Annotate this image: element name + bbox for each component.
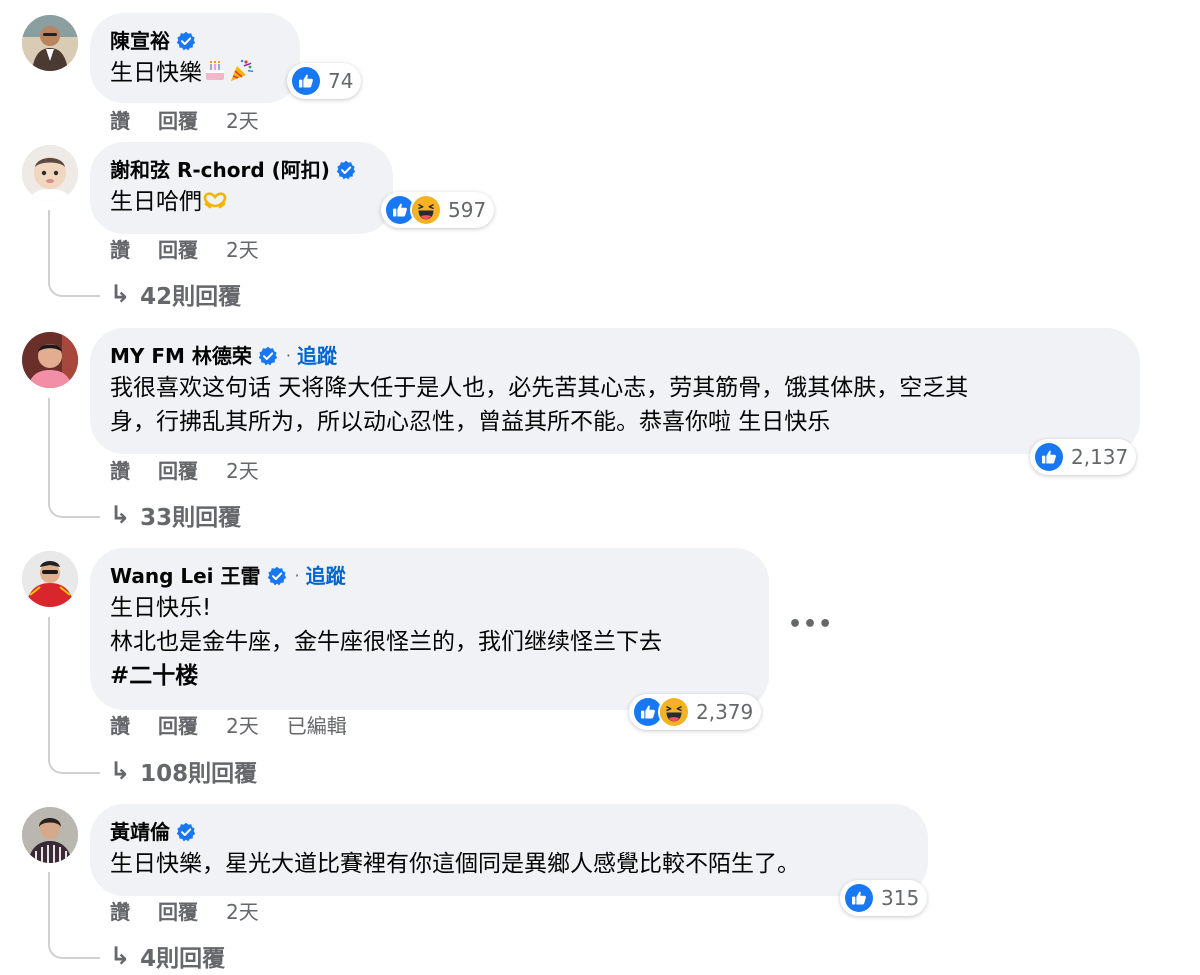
like-button[interactable]: 讚 — [110, 458, 130, 484]
avatar[interactable] — [22, 145, 78, 201]
avatar[interactable] — [22, 15, 78, 71]
comment-bubble: MY FM 林德荣 · 追蹤 我很喜欢这句话 天将降大任于是人也，必先苦其心志，… — [90, 328, 1140, 454]
reaction-summary[interactable]: 597 — [381, 192, 495, 228]
reaction-summary[interactable]: 2,137 — [1030, 439, 1137, 475]
reaction-count: 2,379 — [696, 700, 754, 724]
reply-button[interactable]: 回覆 — [158, 458, 198, 484]
author-name[interactable]: Wang Lei 王雷 — [110, 561, 261, 591]
reply-button[interactable]: 回覆 — [158, 713, 198, 739]
reaction-count: 597 — [448, 198, 487, 222]
avatar[interactable] — [22, 551, 78, 607]
follow-button[interactable]: 追蹤 — [306, 561, 346, 591]
like-button[interactable]: 讚 — [110, 108, 130, 134]
reaction-count: 74 — [328, 69, 354, 93]
timestamp[interactable]: 2天 — [226, 458, 259, 484]
replies-count: 33則回覆 — [140, 505, 242, 531]
reply-arrow-icon: ↳ — [110, 942, 131, 970]
comment-actions: 讚 回覆 2天 — [110, 899, 287, 925]
comment-bubble: 黃靖倫 生日快樂，星光大道比賽裡有你這個同是異鄉人感覺比較不陌生了。 — [90, 804, 928, 896]
thread-connector — [48, 210, 100, 297]
reaction-count: 315 — [881, 886, 920, 910]
timestamp[interactable]: 2天 — [226, 237, 259, 263]
view-replies-button[interactable]: ↳ 108則回覆 — [110, 754, 257, 788]
like-reaction-icon — [843, 882, 875, 914]
replies-count: 4則回覆 — [140, 946, 226, 972]
view-replies-button[interactable]: ↳ 4則回覆 — [110, 939, 225, 973]
more-options-icon[interactable]: ••• — [788, 612, 833, 637]
hashtag-link[interactable]: #二十楼 — [110, 659, 749, 693]
timestamp[interactable]: 2天 — [226, 713, 259, 739]
verified-badge-icon — [176, 31, 196, 51]
author-name[interactable]: 黃靖倫 — [110, 817, 170, 847]
heart-hands-icon — [202, 186, 228, 212]
author-name[interactable]: MY FM 林德荣 — [110, 341, 252, 371]
separator-dot: · — [294, 566, 300, 585]
thread-connector — [48, 617, 100, 774]
reaction-count: 2,137 — [1071, 445, 1129, 469]
timestamp[interactable]: 2天 — [226, 899, 259, 925]
thread-connector — [48, 872, 100, 959]
comment-text-line: 林北也是金牛座，金牛座很怪兰的，我们继续怪兰下去 — [110, 629, 662, 655]
like-reaction-icon — [1033, 441, 1065, 473]
replies-count: 42則回覆 — [140, 284, 242, 310]
comment-bubble: Wang Lei 王雷 · 追蹤 生日快乐! 林北也是金牛座，金牛座很怪兰的，我们… — [90, 548, 769, 710]
reaction-summary[interactable]: 315 — [840, 880, 928, 916]
separator-dot: · — [285, 346, 291, 365]
reply-button[interactable]: 回覆 — [158, 237, 198, 263]
comment-text-line: 我很喜欢这句话 天将降大任于是人也，必先苦其心志，劳其筋骨，饿其体肤，空乏其 — [110, 375, 969, 401]
comment-text: 我很喜欢这句话 天将降大任于是人也，必先苦其心志，劳其筋骨，饿其体肤，空乏其 身，… — [110, 371, 1120, 439]
avatar[interactable] — [22, 807, 78, 863]
verified-badge-icon — [336, 160, 356, 180]
replies-count: 108則回覆 — [140, 761, 258, 787]
author-name[interactable]: 陳宣裕 — [110, 26, 170, 56]
reply-arrow-icon: ↳ — [110, 501, 131, 529]
avatar[interactable] — [22, 332, 78, 388]
author-name[interactable]: 謝和弦 R-chord (阿扣) — [110, 155, 330, 185]
like-button[interactable]: 讚 — [110, 237, 130, 263]
comment-text: 生日快乐! 林北也是金牛座，金牛座很怪兰的，我们继续怪兰下去 #二十楼 — [110, 591, 749, 693]
haha-reaction-icon — [658, 696, 690, 728]
reply-arrow-icon: ↳ — [110, 757, 131, 785]
comment-text: 生日快樂，星光大道比賽裡有你這個同是異鄉人感覺比較不陌生了。 — [110, 851, 800, 877]
comment-bubble: 謝和弦 R-chord (阿扣) 生日哈們 — [90, 142, 393, 234]
birthday-cake-icon — [202, 57, 228, 83]
edited-label: 已編輯 — [286, 714, 347, 738]
comment-actions: 讚 回覆 2天 — [110, 458, 287, 484]
comment-text-line: 生日快乐! — [110, 595, 212, 621]
haha-reaction-icon — [410, 194, 442, 226]
view-replies-button[interactable]: ↳ 33則回覆 — [110, 498, 241, 532]
reply-button[interactable]: 回覆 — [158, 108, 198, 134]
reaction-summary[interactable]: 2,379 — [629, 694, 762, 730]
comment-bubble: 陳宣裕 生日快樂 — [90, 13, 300, 103]
reply-button[interactable]: 回覆 — [158, 899, 198, 925]
comment-text: 生日哈們 — [110, 189, 202, 215]
party-popper-icon — [228, 57, 254, 83]
like-button[interactable]: 讚 — [110, 899, 130, 925]
comment-actions: 讚 回覆 2天 已編輯 — [110, 713, 347, 739]
thread-connector — [48, 398, 100, 518]
comment-actions: 讚 回覆 2天 — [110, 108, 287, 134]
like-reaction-icon — [290, 65, 322, 97]
view-replies-button[interactable]: ↳ 42則回覆 — [110, 277, 241, 311]
reaction-summary[interactable]: 74 — [287, 63, 362, 99]
verified-badge-icon — [176, 822, 196, 842]
verified-badge-icon — [258, 346, 278, 366]
reply-arrow-icon: ↳ — [110, 280, 131, 308]
follow-button[interactable]: 追蹤 — [297, 341, 337, 371]
timestamp[interactable]: 2天 — [226, 108, 259, 134]
comment-text: 生日快樂 — [110, 60, 202, 86]
like-button[interactable]: 讚 — [110, 713, 130, 739]
comment-actions: 讚 回覆 2天 — [110, 237, 287, 263]
verified-badge-icon — [267, 566, 287, 586]
comment-text-line: 身，行拂乱其所为，所以动心忍性，曾益其所不能。恭喜你啦 生日快乐 — [110, 409, 831, 435]
